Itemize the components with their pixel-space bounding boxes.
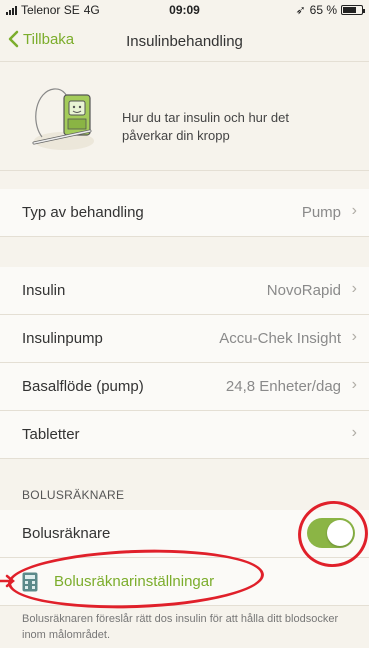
location-arrow-icon: ➶: [295, 3, 306, 17]
bolus-calculator-label: Bolusräknare: [22, 525, 111, 542]
insulin-pump-label: Insulinpump: [22, 330, 103, 347]
chevron-right-icon: ›: [351, 424, 357, 441]
battery-icon: [341, 5, 365, 15]
insulin-pump-row[interactable]: Insulinpump Accu-Chek Insight ›: [0, 315, 369, 363]
insulin-pump-illustration: [32, 88, 94, 150]
insulin-pump-value: Accu-Chek Insight: [219, 330, 341, 347]
chevron-right-icon: ›: [351, 280, 357, 297]
battery-percentage: 65 %: [309, 3, 337, 17]
navigation-bar: Tillbaka Insulinbehandling: [0, 20, 369, 62]
insulin-value: NovoRapid: [266, 282, 341, 299]
treatment-type-value: Pump: [301, 204, 341, 221]
page-title: Insulinbehandling: [126, 33, 243, 50]
basal-rate-value: 24,8 Enheter/dag: [225, 378, 341, 395]
bolus-section-header: BOLUSRÄKNARE: [22, 488, 125, 502]
insulin-label: Insulin: [22, 282, 66, 299]
basal-rate-row[interactable]: Basalflöde (pump) 24,8 Enheter/dag ›: [0, 363, 369, 411]
basal-rate-label: Basalflöde (pump): [22, 378, 144, 395]
chevron-right-icon: ›: [351, 376, 357, 393]
chevron-right-icon: ›: [351, 202, 357, 219]
treatment-type-row[interactable]: Typ av behandling Pump ›: [0, 189, 369, 237]
chevron-right-icon: ›: [351, 328, 357, 345]
arrow-icon: [0, 574, 15, 588]
status-bar: Telenor SE 4G 09:09 ➶ 65 %: [0, 0, 369, 20]
tablets-label: Tabletter: [22, 426, 80, 443]
tablets-row[interactable]: Tabletter ›: [0, 411, 369, 459]
banner-text: Hur du tar insulin och hur det påverkar …: [122, 110, 289, 143]
insulin-row[interactable]: Insulin NovoRapid ›: [0, 267, 369, 315]
treatment-type-label: Typ av behandling: [22, 204, 144, 221]
insulin-info-banner[interactable]: Hur du tar insulin och hur det påverkar …: [0, 63, 369, 171]
status-right: ➶ 65 %: [295, 3, 365, 17]
bolus-calculator-description: Bolusräknaren föreslår rätt dos insulin …: [22, 613, 339, 641]
